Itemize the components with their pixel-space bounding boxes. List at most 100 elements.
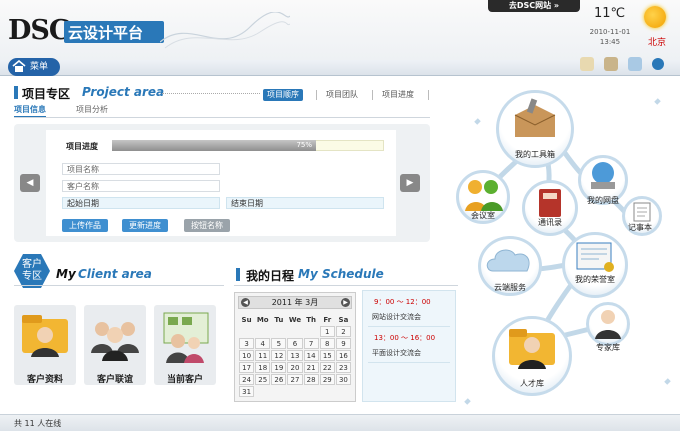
calendar-weekday: Su [241,315,252,324]
calendar-day[interactable]: 28 [303,374,319,385]
event-time: 9：00 ～ 12：00 [374,298,431,306]
calendar-day[interactable]: 21 [303,362,319,373]
calendar-day[interactable]: 31 [239,386,255,397]
end-date-field[interactable]: 结束日期 [226,197,384,209]
calendar-day[interactable]: 6 [287,338,303,349]
expert-pool-label: 专家库 [596,343,620,352]
calendar-grid: Su Mo Tu We Th Fr Sa 1 2 3 4 5 6 7 8 9 10 11 12 13 14 15 16 17 1… [238,313,352,398]
calendar-day[interactable]: 23 [335,362,351,373]
platform-name: 云设计平台 [64,21,164,43]
toolbox-label: 我的工具箱 [515,150,555,159]
calendar-day[interactable]: 22 [319,362,335,373]
next-month-button[interactable]: ▶ [341,298,350,307]
calendar-day[interactable]: 1 [319,326,335,337]
calendar-day[interactable]: 13 [287,350,303,361]
go-dsc-link[interactable]: 去DSC网站 » [488,0,580,12]
folder-person-icon [22,315,68,357]
calendar-day[interactable]: 11 [255,350,271,361]
event-title[interactable]: 网站设计交流会 [372,312,421,322]
subtab-project-info[interactable]: 项目信息 [14,104,46,118]
group-icon [91,322,139,361]
progress-bar: 75% [112,140,316,151]
weather-time: 13:45 [599,38,621,46]
home-icon [12,60,26,72]
collapse-icon[interactable] [652,58,664,70]
start-date-field[interactable]: 起始日期 [62,197,220,209]
upload-work-button[interactable]: 上传作品 [62,219,108,232]
client-name-field[interactable]: 客户名称 [62,180,220,192]
honor-room-bubble[interactable] [562,232,628,298]
client-area-badge: 客户 专区 [14,254,50,288]
calendar-day[interactable]: 3 [239,338,255,349]
expert-pool-bubble[interactable] [586,302,630,346]
calendar-day[interactable]: 26 [271,374,287,385]
tab-separator [372,90,373,100]
client-networking-label: 客户联谊 [96,375,133,385]
calendar-day[interactable]: 20 [287,362,303,373]
board-people-icon [163,312,209,363]
calendar-day[interactable]: 12 [271,350,287,361]
calendar-day[interactable]: 14 [303,350,319,361]
calendar-empty-cell [304,386,319,397]
calendar-day[interactable]: 9 [335,338,351,349]
calendar-day[interactable]: 19 [271,362,287,373]
house-icon[interactable] [580,57,594,71]
weather-datetime: 2010-11-01 13:45 [588,27,632,47]
tab-project-team[interactable]: 项目团队 [322,89,362,101]
tab-project-progress[interactable]: 项目进度 [378,89,418,101]
project-name-field[interactable]: 项目名称 [62,163,220,175]
divider [14,285,224,286]
project-title: 项目专区 [22,87,71,101]
subtab-project-analysis[interactable]: 项目分析 [76,104,108,115]
lightbulb-icon[interactable] [628,57,642,71]
chat-people-icon [465,180,503,211]
calendar-day[interactable]: 8 [319,338,335,349]
calendar-empty-cell [255,386,270,397]
expert-icon [595,310,621,339]
honor-room-label: 我的荣誉室 [575,275,615,284]
calendar-empty-cell [320,386,335,397]
calendar-day[interactable]: 17 [239,362,255,373]
user-icon[interactable] [604,57,618,71]
calendar-day[interactable]: 18 [255,362,271,373]
calendar-day[interactable]: 27 [287,374,303,385]
online-count: 共 11 人在线 [14,419,62,428]
calendar-day[interactable]: 15 [319,350,335,361]
divider [368,326,450,327]
generic-button[interactable]: 按钮名称 [184,219,230,232]
calendar-day[interactable]: 16 [335,350,351,361]
calendar-day[interactable]: 4 [255,338,271,349]
schedule-title: 我的日程 [246,269,295,283]
globe-disk-icon [591,162,615,189]
calendar-day[interactable]: 24 [239,374,255,385]
calendar-weekday: Tu [274,315,284,324]
calendar-empty-cell [271,386,286,397]
menu-bar [0,60,680,76]
divider [14,117,430,118]
calendar-day[interactable]: 10 [239,350,255,361]
calendar-empty-cell [239,326,254,337]
client-title-en: Client area [78,267,152,281]
update-progress-button[interactable]: 更新进度 [122,219,168,232]
footer [0,414,680,431]
cloud-icon [486,249,530,272]
calendar-day[interactable]: 2 [335,326,351,337]
prev-month-button[interactable]: ◀ [241,298,250,307]
calendar-day[interactable]: 30 [335,374,351,385]
next-project-button[interactable]: ▶ [400,174,420,192]
contacts-label: 通讯录 [538,218,562,227]
calendar-empty-cell [336,386,351,397]
sun-icon [644,6,666,28]
calendar-day[interactable]: 25 [255,374,271,385]
tab-project-order[interactable]: 项目顺序 [263,89,303,101]
event-title[interactable]: 平面设计交流会 [372,348,421,358]
calendar-day[interactable]: 29 [319,374,335,385]
project-title-en: Project area [82,85,165,99]
calendar-day[interactable]: 7 [303,338,319,349]
calendar-day[interactable]: 5 [271,338,287,349]
badge-line: 专区 [22,271,42,282]
calendar-weekday: Fr [323,315,332,324]
logo: DSC [8,15,70,46]
prev-project-button[interactable]: ◀ [20,174,40,192]
calendar-empty-cell [287,386,302,397]
